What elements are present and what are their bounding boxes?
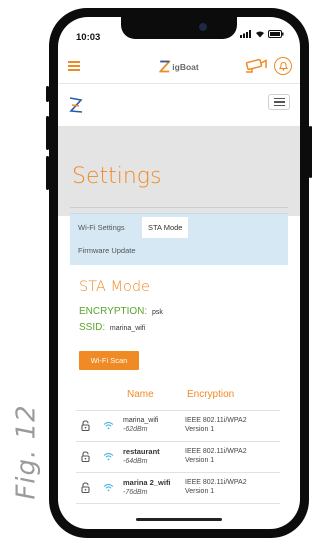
network-ssid: marina_wifi [123,417,159,424]
page-banner: Settings [58,126,300,216]
network-signal: -76dBm [123,489,148,496]
table-row[interactable]: restaurant -64dBm IEEE 802.11i/WPA2 Vers… [76,441,280,472]
tab-wifi-settings[interactable]: Wi-Fi Settings [72,217,131,238]
tabs-panel: Wi-Fi Settings STA Mode Firmware Update [70,213,288,266]
hamburger-icon[interactable] [68,61,80,71]
volume-up-button [46,116,49,150]
divider [70,207,288,208]
network-signal: -64dBm [123,458,148,465]
wifi-icon [103,484,114,492]
network-name-cell: marina 2_wifi -76dBm [123,478,185,497]
page-title: Settings [72,164,162,189]
encryption-label: ENCRYPTION: [79,306,148,317]
tab-sta-mode[interactable]: STA Mode [142,217,189,238]
camera-icon[interactable] [244,58,268,74]
table-row[interactable]: marina 2_wifi -76dBm IEEE 802.11i/WPA2 V… [76,472,280,504]
sta-content: STA Mode ENCRYPTION: psk SSID: marina_wi… [70,265,288,505]
sta-title: STA Mode [79,279,150,295]
phone-screen: 10:03 igBoat Settings Wi-Fi Settings STA… [58,17,300,529]
column-header-encryption: Encryption [187,389,235,400]
network-encryption-cell: IEEE 802.11i/WPA2 Version 1 [185,447,265,465]
notch [121,17,237,39]
network-encryption: IEEE 802.11i/WPA2 [185,417,247,424]
power-button [309,126,312,178]
figure-label-text: Fig. 12 [12,404,43,500]
network-signal: -62dBm [123,426,148,433]
header-actions [244,57,292,75]
brand-name: igBoat [172,61,199,72]
brand: igBoat [159,60,199,73]
ssid-label: SSID: [79,322,106,333]
encryption-value: psk [151,309,163,316]
wifi-scan-button[interactable]: Wi-Fi Scan [79,351,139,370]
home-indicator [136,518,222,521]
app-header: igBoat [58,53,300,84]
network-ssid: marina 2_wifi [123,478,171,487]
network-encryption: IEEE 802.11i/WPA2 [185,448,247,455]
ssid-row: SSID: marina_wifi [79,322,145,333]
sub-header [58,84,300,126]
network-name-cell: restaurant -64dBm [123,447,185,466]
network-ssid: restaurant [123,447,160,456]
figure-label: Fig. 12 [4,392,50,512]
network-encryption-cell: IEEE 802.11i/WPA2 Version 1 [185,478,265,496]
network-version: Version 1 [185,457,215,464]
battery-icon [268,30,284,38]
wifi-status-icon [256,31,264,38]
lock-icon [81,451,90,462]
zigboat-logo [159,60,171,73]
zigboat-mark-icon[interactable] [69,96,83,114]
tab-firmware-update[interactable]: Firmware Update [72,240,142,261]
volume-down-button [46,156,49,190]
wifi-icon [103,422,114,430]
front-camera [199,23,207,31]
menu-toggle-icon[interactable] [268,94,290,110]
status-time: 10:03 [76,32,101,43]
mute-switch [46,86,49,102]
lock-icon [81,420,90,431]
bell-icon[interactable] [274,57,292,75]
status-icons [240,30,284,38]
table-row[interactable]: marina_wifi -62dBm IEEE 802.11i/WPA2 Ver… [76,410,280,441]
ssid-value: marina_wifi [109,325,146,332]
encryption-row: ENCRYPTION: psk [79,306,163,317]
phone-frame: 10:03 igBoat Settings Wi-Fi Settings STA… [46,8,312,538]
network-encryption-cell: IEEE 802.11i/WPA2 Version 1 [185,416,265,434]
wifi-icon [103,453,114,461]
column-header-name: Name [127,389,154,400]
network-version: Version 1 [185,426,215,433]
network-encryption: IEEE 802.11i/WPA2 [185,479,247,486]
network-version: Version 1 [185,488,215,495]
network-name-cell: marina_wifi -62dBm [123,416,185,434]
signal-icon [240,30,251,38]
lock-icon [81,482,90,493]
